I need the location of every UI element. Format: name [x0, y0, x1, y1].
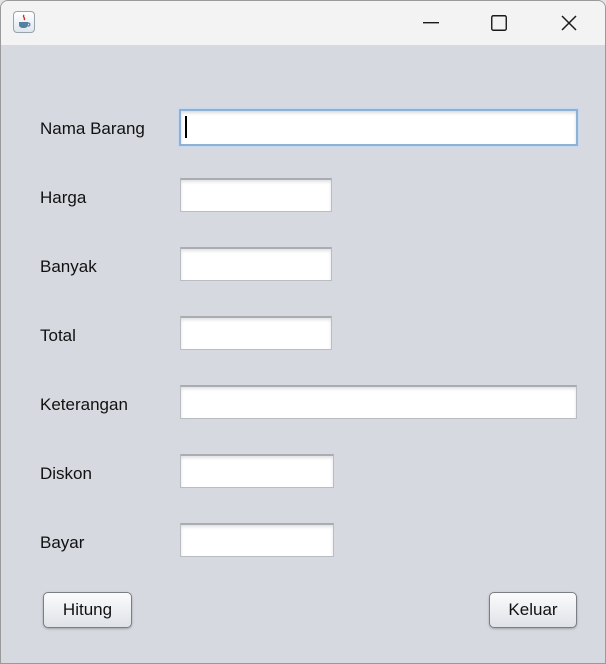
form-panel: Nama Barang Harga Banyak Total Keteranga… [1, 45, 605, 663]
hitung-button[interactable]: Hitung [43, 592, 132, 628]
total-label: Total [40, 326, 76, 345]
title-bar[interactable] [1, 1, 605, 45]
bayar-field[interactable] [180, 523, 334, 557]
keterangan-field[interactable] [180, 385, 577, 419]
close-icon [561, 15, 577, 31]
diskon-field[interactable] [180, 454, 334, 488]
app-window: Nama Barang Harga Banyak Total Keteranga… [0, 0, 606, 664]
nama-barang-label: Nama Barang [40, 119, 145, 138]
nama-barang-field[interactable] [179, 109, 578, 146]
keterangan-label: Keterangan [40, 395, 128, 414]
banyak-label: Banyak [40, 257, 97, 276]
minimize-button[interactable] [396, 1, 466, 45]
diskon-label: Diskon [40, 464, 92, 483]
close-button[interactable] [534, 1, 604, 45]
keluar-button[interactable]: Keluar [489, 592, 577, 628]
harga-field[interactable] [180, 178, 332, 212]
java-cup-icon[interactable] [13, 11, 35, 33]
text-caret [185, 116, 187, 138]
total-field[interactable] [180, 316, 332, 350]
bayar-label: Bayar [40, 533, 85, 552]
minimize-icon [423, 22, 439, 24]
banyak-field[interactable] [180, 247, 332, 281]
harga-label: Harga [40, 188, 87, 207]
maximize-button[interactable] [464, 1, 534, 45]
maximize-icon [491, 15, 507, 31]
